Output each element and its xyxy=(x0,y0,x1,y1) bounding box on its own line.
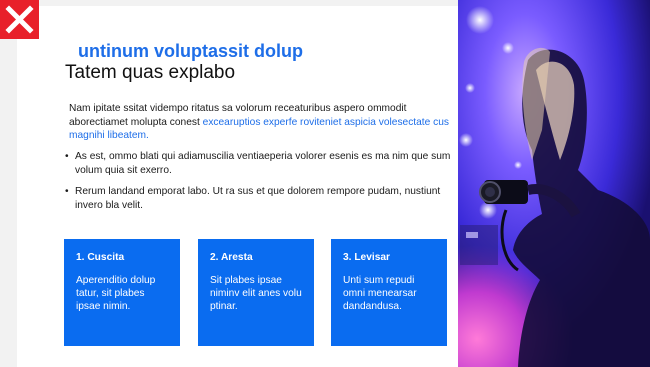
step-tile-1[interactable]: 1. Cuscita Aperenditio dolup tatur, sit … xyxy=(64,239,180,346)
bullet-text: Rerum landand emporat labo. Ut ra sus et… xyxy=(75,186,441,211)
concert-photo xyxy=(458,0,650,367)
close-x-icon xyxy=(5,5,34,34)
tile-body: Unti sum repudi omni menearsar dandandus… xyxy=(343,275,417,312)
tile-title: 1. Cuscita xyxy=(76,252,125,263)
bullet-dot: • xyxy=(65,186,69,197)
modal-eyebrow: untinum voluptassit dolup xyxy=(78,41,303,61)
bullet-item: • Rerum landand emporat labo. Ut ra sus e… xyxy=(65,185,460,212)
bullet-item: • As est, ommo blati qui adiamuscilia ven… xyxy=(65,150,460,177)
photographer-image xyxy=(458,0,650,367)
bullet-text: As est, ommo blati qui adiamuscilia vent… xyxy=(75,151,451,176)
close-button[interactable] xyxy=(0,0,39,39)
tile-body: Aperenditio dolup tatur, sit plabes ipsa… xyxy=(76,275,156,312)
tile-body: Sit plabes ipsae niminv elit anes volu p… xyxy=(210,275,302,312)
step-tile-3[interactable]: 3. Levisar Unti sum repudi omni menearsa… xyxy=(331,239,447,346)
modal-heading: Tatem quas explabo xyxy=(65,62,236,83)
intro-paragraph: Nam ipitate ssitat vidempo ritatus sa vo… xyxy=(69,102,459,143)
bullet-dot: • xyxy=(65,151,69,162)
tile-title: 2. Aresta xyxy=(210,252,253,263)
bullet-list: • As est, ommo blati qui adiamuscilia ven… xyxy=(65,150,460,220)
modal-card: untinum voluptassit dolup Tatem quas exp… xyxy=(17,6,458,367)
step-tile-2[interactable]: 2. Aresta Sit plabes ipsae niminv elit a… xyxy=(198,239,314,346)
tile-title: 3. Levisar xyxy=(343,252,391,263)
